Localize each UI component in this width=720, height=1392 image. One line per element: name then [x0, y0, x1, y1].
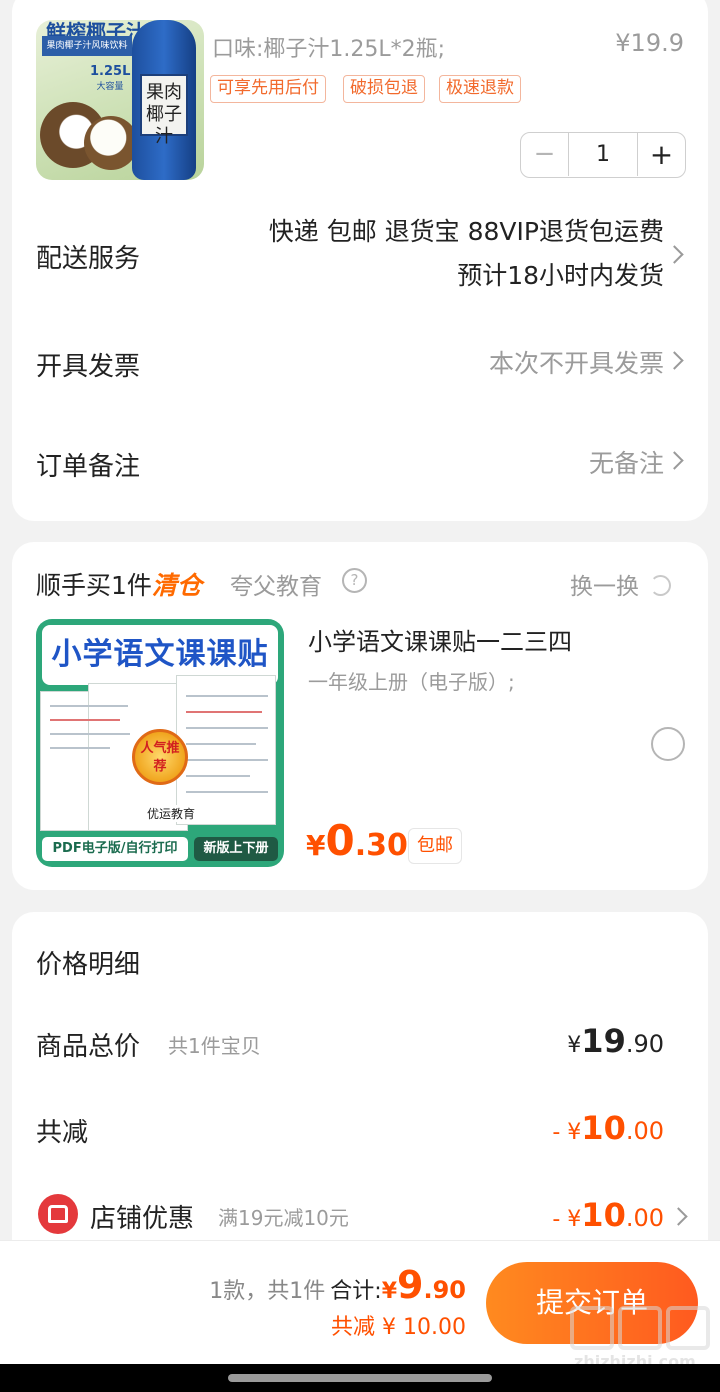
total-dec: .90 — [625, 1030, 664, 1058]
decrease-button[interactable]: − — [521, 133, 569, 176]
delivery-label: 配送服务 — [36, 244, 141, 274]
edu-footer-left: PDF电子版/自行打印 — [42, 837, 188, 861]
total-count: 共1件宝贝 — [168, 1034, 261, 1058]
discount-dec: .00 — [625, 1117, 664, 1145]
addon-title-text: 顺手买1件 — [36, 571, 152, 600]
quantity-stepper: − 1 + — [520, 132, 686, 178]
shop-discount-amount: - ¥10.00 — [552, 1196, 664, 1234]
addon-highlight: 清仓 — [151, 571, 202, 600]
home-indicator[interactable] — [228, 1374, 492, 1382]
shop-discount-rule: 满19元减10元 — [218, 1206, 349, 1230]
help-icon[interactable]: ? — [342, 568, 367, 593]
addon-item-image[interactable]: 小学语文课课贴 人气推荐 优运教育 PDF电子版/自行打印 新版上下册 — [36, 619, 284, 867]
shop-prefix: - ¥ — [552, 1207, 582, 1232]
watermark: zhizhizhi.com — [566, 1306, 716, 1372]
sheet-line — [186, 695, 268, 697]
footer-sum-dec: .90 — [423, 1276, 466, 1304]
size-label: 1.25L 大容量 — [90, 64, 130, 92]
sheet-line — [50, 733, 130, 735]
total-label: 商品总价 — [36, 1032, 141, 1062]
invoice-value: 本次不开具发票 — [488, 349, 664, 378]
footer-summary: 1款，共1件 合计:¥9.90 — [209, 1263, 466, 1307]
sheet-line — [186, 727, 268, 729]
bottle-label: 果肉椰子汁 — [140, 74, 188, 147]
delivery-line1: 快递 包邮 退货宝 88VIP退货包运费 — [268, 217, 664, 246]
tag-pay-later: 可享先用后付 — [210, 75, 326, 103]
discount-label: 共减 — [36, 1118, 89, 1148]
sheet-line — [50, 705, 128, 707]
shop-discount-label: 店铺优惠 — [90, 1204, 195, 1234]
sheet-line — [50, 747, 110, 749]
delivery-chevron-icon — [665, 245, 684, 264]
sheet-line — [186, 743, 256, 745]
total-price: ¥19.90 — [567, 1022, 664, 1060]
discount-amount: - ¥10.00 — [552, 1109, 664, 1147]
swap-label: 换一换 — [570, 574, 639, 600]
sheet-line — [186, 759, 268, 761]
shop-coupon-icon — [38, 1194, 78, 1234]
sheet-line — [186, 775, 250, 777]
shop-discount-chevron-icon — [669, 1207, 688, 1226]
total-symbol: ¥ — [567, 1033, 582, 1058]
bottle-graphic: 果肉椰子汁 — [132, 20, 196, 180]
addon-price-dec: .30 — [354, 828, 408, 863]
note-label: 订单备注 — [36, 452, 141, 482]
sheet-line — [186, 791, 268, 793]
delivery-line2: 预计18小时内发货 — [457, 261, 664, 290]
watermark-glyph — [570, 1306, 614, 1350]
size-value: 1.25L — [90, 64, 131, 79]
watermark-glyph — [618, 1306, 662, 1350]
edu-footer-right: 新版上下册 — [194, 837, 278, 861]
increase-button[interactable]: + — [637, 133, 685, 176]
addon-shipping-tag: 包邮 — [408, 828, 462, 864]
popular-badge: 人气推荐 — [132, 729, 188, 785]
product-variant: 口味:椰子汁1.25L*2瓶; — [212, 37, 446, 62]
shop-coupon-icon-inner — [48, 1205, 68, 1223]
note-chevron-icon — [665, 451, 684, 470]
footer-sum-symbol: ¥ — [381, 1279, 398, 1304]
shop-dec: .00 — [625, 1204, 664, 1232]
addon-price: ¥0.30 — [306, 816, 408, 865]
addon-item-name: 小学语文课课贴一二三四 — [308, 628, 572, 656]
price-detail-card: 价格明细 商品总价 共1件宝贝 ¥19.90 共减 - ¥10.00 店铺优惠 … — [12, 912, 708, 1272]
swap-button[interactable]: 换一换 — [570, 567, 672, 601]
addon-title: 顺手买1件清仓 — [36, 566, 202, 602]
discount-int: 10 — [581, 1109, 626, 1147]
footer-count: 1款，共1件 — [209, 1279, 326, 1304]
refresh-icon — [650, 575, 672, 596]
tag-fast-refund: 极速退款 — [439, 75, 521, 103]
price-detail-title: 价格明细 — [36, 950, 141, 980]
addon-price-symbol: ¥ — [306, 829, 326, 862]
addon-select-radio[interactable] — [651, 727, 685, 761]
product-image[interactable]: 鲜榨椰子汁 果肉椰子汁风味饮料 1.25L 大容量 果肉椰子汁 — [36, 20, 204, 180]
tag-damage-refund: 破损包退 — [343, 75, 425, 103]
addon-price-int: 0 — [325, 816, 355, 865]
total-int: 19 — [581, 1022, 626, 1060]
product-price: ¥19.9 — [615, 29, 684, 57]
footer-sum-int: 9 — [397, 1263, 424, 1307]
quantity-value[interactable]: 1 — [569, 133, 637, 176]
product-image-strip: 果肉椰子汁风味饮料 — [42, 36, 132, 56]
edu-brand: 优运教育 — [144, 805, 199, 822]
addon-shop[interactable]: 夸父教育 — [230, 567, 322, 601]
invoice-label: 开具发票 — [36, 352, 141, 382]
addon-item-variant: 一年级上册（电子版）; — [308, 670, 515, 694]
worksheet-graphic-3 — [176, 675, 276, 825]
sheet-line — [186, 711, 262, 713]
size-sub: 大容量 — [96, 82, 124, 92]
shop-int: 10 — [581, 1196, 626, 1234]
sheet-line — [50, 719, 120, 721]
order-card: 鲜榨椰子汁 果肉椰子汁风味饮料 1.25L 大容量 果肉椰子汁 口味:椰子汁1.… — [12, 0, 708, 521]
footer-saved: 共减 ¥ 10.00 — [331, 1315, 466, 1340]
system-nav-bar — [0, 1364, 720, 1392]
discount-prefix: - ¥ — [552, 1120, 582, 1145]
footer-sum-label: 合计: — [330, 1279, 382, 1304]
coconut-graphic-2 — [84, 116, 138, 170]
watermark-glyph — [666, 1306, 710, 1350]
note-value: 无备注 — [588, 449, 664, 478]
invoice-chevron-icon — [665, 351, 684, 370]
